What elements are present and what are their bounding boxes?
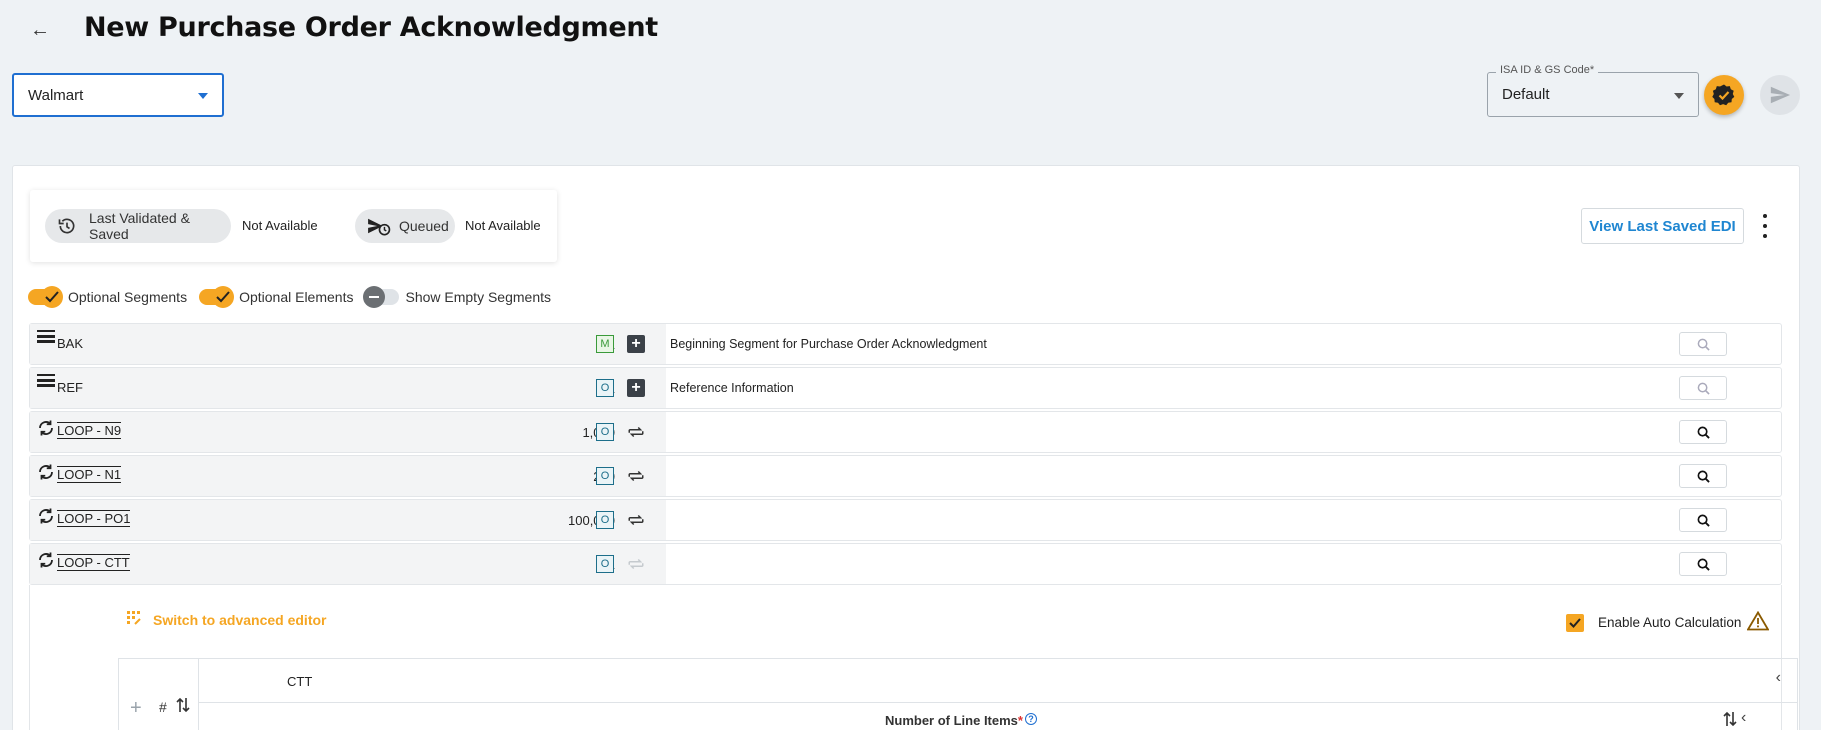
repeat-loop-button[interactable] [627, 511, 645, 529]
usage-badge: M [596, 335, 614, 353]
repeat-icon [628, 470, 644, 482]
usage-badge: O [596, 423, 614, 441]
grid-header: CTT ‹ [199, 659, 1797, 703]
sort-icon[interactable] [1723, 711, 1737, 730]
isa-gs-label: ISA ID & GS Code* [1496, 64, 1599, 76]
last-validated-pill: Last Validated & Saved [45, 209, 231, 243]
usage-badge: O [596, 511, 614, 529]
help-icon[interactable]: ? [1024, 713, 1037, 725]
loop-sync-icon [37, 550, 55, 575]
validate-button[interactable] [1704, 75, 1744, 115]
loop-name: LOOP - N9 [57, 422, 122, 439]
partner-select[interactable]: Walmart [12, 73, 224, 117]
loop-row[interactable]: LOOP - CTT 1 O [29, 543, 1782, 585]
show-empty-segments-label: Show Empty Segments [405, 289, 551, 305]
row-number-header: # [159, 699, 167, 715]
loop-row[interactable]: LOOP - N1 200 O [29, 455, 1782, 497]
loop-name: LOOP - N1 [57, 466, 122, 483]
repeat-loop-button-disabled [627, 555, 645, 573]
segment-row[interactable]: BAK 1 M + Beginning Segment for Purchase… [29, 323, 1782, 365]
history-icon [57, 216, 77, 239]
loop-sync-icon [37, 418, 55, 443]
loop-sync-icon [37, 506, 55, 531]
chevron-left-icon[interactable]: ‹ [1741, 709, 1746, 727]
search-button[interactable] [1679, 376, 1727, 400]
last-validated-value: Not Available [242, 218, 318, 233]
optional-elements-label: Optional Elements [239, 289, 354, 305]
status-card: Last Validated & Saved Not Available Que… [30, 190, 557, 262]
search-icon [1697, 470, 1710, 483]
usage-badge: O [596, 555, 614, 573]
search-icon [1697, 514, 1710, 527]
caret-down-icon [198, 93, 208, 99]
show-empty-segments-toggle[interactable] [363, 286, 400, 308]
search-icon [1697, 382, 1710, 395]
switch-advanced-editor-link[interactable]: Switch to advanced editor [127, 611, 326, 628]
loop-name: LOOP - PO1 [57, 510, 131, 527]
send-clock-icon [367, 216, 391, 239]
auto-calculation-label: Enable Auto Calculation [1598, 615, 1742, 630]
partner-select-value: Walmart [28, 86, 84, 104]
caret-down-icon [1674, 93, 1684, 99]
optional-elements-toggle[interactable] [199, 286, 235, 308]
search-button[interactable] [1679, 420, 1727, 444]
back-arrow-icon[interactable]: ← [28, 18, 52, 42]
search-icon [1697, 558, 1710, 571]
segment-row[interactable]: REF >1 O + Reference Information [29, 367, 1782, 409]
search-button[interactable] [1679, 332, 1727, 356]
segment-description: Beginning Segment for Purchase Order Ack… [670, 337, 987, 351]
toggle-bar: Optional Segments Optional Elements Show… [28, 286, 563, 308]
segment-lines-icon [37, 374, 55, 393]
loop-row[interactable]: LOOP - PO1 100,000 O [29, 499, 1782, 541]
column-title: Number of Line Items*? [885, 713, 1037, 728]
segment-name: REF [57, 380, 83, 395]
add-row-icon[interactable]: + [130, 697, 142, 720]
search-icon [1697, 338, 1710, 351]
optional-segments-label: Optional Segments [68, 289, 188, 305]
optional-segments-toggle[interactable] [28, 286, 63, 308]
usage-badge: O [596, 379, 614, 397]
repeat-icon [628, 514, 644, 526]
repeat-loop-button[interactable] [627, 467, 645, 485]
queued-value: Not Available [465, 218, 541, 233]
send-button[interactable] [1760, 75, 1800, 115]
sort-icon[interactable] [176, 697, 190, 718]
page-title: New Purchase Order Acknowledgment [84, 12, 658, 43]
segment-description: Reference Information [670, 381, 794, 395]
repeat-icon [628, 426, 644, 438]
chevron-left-icon[interactable]: ‹ [1776, 669, 1781, 687]
loop-name: LOOP - CTT [57, 554, 130, 571]
segment-name: BAK [57, 336, 84, 351]
send-icon [1770, 86, 1791, 104]
search-button[interactable] [1679, 464, 1727, 488]
ctt-grid: + # CTT ‹ Number of Line Items*? ‹ [118, 658, 1798, 730]
search-icon [1697, 426, 1710, 439]
grid-edit-icon [127, 611, 141, 628]
isa-gs-value: Default [1502, 86, 1550, 103]
loop-sync-icon [37, 462, 55, 487]
warning-icon [1746, 610, 1770, 634]
repeat-icon [628, 558, 644, 570]
segment-label: CTT [287, 674, 313, 689]
add-segment-button[interactable]: + [627, 379, 645, 397]
auto-calculation-checkbox[interactable] [1566, 613, 1584, 632]
segment-lines-icon [37, 330, 55, 349]
search-button[interactable] [1679, 552, 1727, 576]
add-segment-button[interactable]: + [627, 335, 645, 353]
verified-badge-icon [1712, 84, 1735, 106]
isa-gs-select[interactable]: ISA ID & GS Code* Default [1487, 64, 1699, 117]
loop-row[interactable]: LOOP - N9 1,000 O [29, 411, 1782, 453]
auto-calculation-control: Enable Auto Calculation [1566, 610, 1770, 634]
repeat-loop-button[interactable] [627, 423, 645, 441]
usage-badge: O [596, 467, 614, 485]
queued-pill: Queued [355, 209, 455, 243]
view-last-saved-edi-button[interactable]: View Last Saved EDI [1581, 208, 1744, 244]
search-button[interactable] [1679, 508, 1727, 532]
grid-row-controls: + # [119, 659, 199, 730]
more-options-icon[interactable] [1762, 214, 1768, 238]
